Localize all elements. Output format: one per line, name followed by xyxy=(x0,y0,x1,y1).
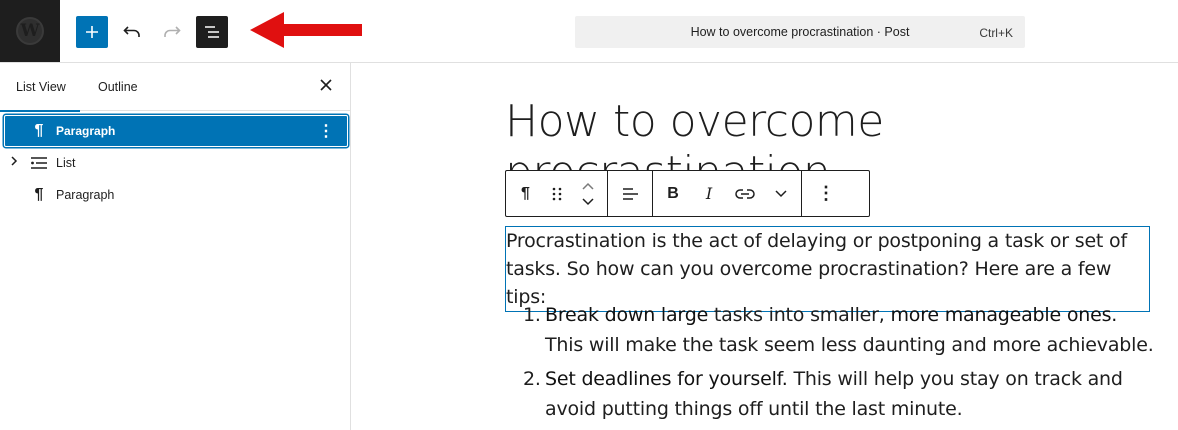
list-item-paragraph-1[interactable]: ¶ Paragraph ⋮ xyxy=(4,115,348,147)
list-item-paragraph-2[interactable]: ¶ Paragraph xyxy=(4,179,348,211)
redo-icon xyxy=(164,26,181,37)
move-up-down-icon[interactable] xyxy=(572,176,603,212)
document-title: How to overcome procrastination · Post xyxy=(690,25,910,39)
tab-outline[interactable]: Outline xyxy=(98,63,138,111)
list-block[interactable]: 1. Break down large tasks into smaller, … xyxy=(515,300,1155,428)
post-title[interactable]: How to overcome xyxy=(505,96,884,147)
command-palette-bar[interactable]: How to overcome procrastination · Post C… xyxy=(575,16,1025,48)
list-item[interactable]: 1. Break down large tasks into smaller, … xyxy=(515,300,1155,360)
align-left-icon[interactable] xyxy=(612,176,648,212)
alignment-group xyxy=(608,171,653,216)
italic-icon[interactable]: I xyxy=(691,176,727,212)
chevron-right-icon[interactable] xyxy=(10,156,18,169)
undo-icon xyxy=(123,26,140,37)
wordpress-logo-icon[interactable]: W xyxy=(0,0,60,62)
list-item-label: List xyxy=(56,156,76,170)
chevron-down-icon[interactable] xyxy=(763,176,799,212)
red-arrow-annotation xyxy=(250,12,362,48)
plus-icon xyxy=(86,26,98,38)
tab-list-view[interactable]: List View xyxy=(0,63,80,112)
list-item[interactable]: 2. Set deadlines for yourself. This will… xyxy=(515,364,1155,424)
list-item-label: Paragraph xyxy=(56,188,115,202)
paragraph-icon: ¶ xyxy=(34,186,44,203)
options-group: ⋮ xyxy=(802,171,850,216)
editor-canvas: How to overcome procrastination ¶ B I xyxy=(352,63,1178,430)
link-icon[interactable] xyxy=(727,176,763,212)
paragraph-icon: ¶ xyxy=(34,122,44,139)
block-tools-group: ¶ xyxy=(506,171,608,216)
format-group: B I xyxy=(653,171,802,216)
shortcut-hint: Ctrl+K xyxy=(979,26,1013,40)
redo-button[interactable] xyxy=(156,16,188,48)
list-view-button[interactable] xyxy=(196,16,228,48)
more-options-icon[interactable]: ⋮ xyxy=(318,121,334,141)
paragraph-icon[interactable]: ¶ xyxy=(510,176,541,212)
close-button[interactable] xyxy=(316,77,336,97)
list-view-sidebar: List View Outline ¶ Paragraph ⋮ List ¶ P… xyxy=(0,63,351,430)
close-icon xyxy=(320,79,332,91)
top-toolbar: W How to overcome procrastination · Post… xyxy=(0,0,1178,63)
list-view-icon xyxy=(205,26,219,38)
sidebar-tabs: List View Outline xyxy=(0,63,350,112)
list-icon xyxy=(30,154,48,172)
bold-icon[interactable]: B xyxy=(655,176,691,212)
more-options-icon[interactable]: ⋮ xyxy=(808,176,844,212)
add-block-button[interactable] xyxy=(76,16,108,48)
list-item-label: Paragraph xyxy=(56,124,116,138)
undo-button[interactable] xyxy=(116,16,148,48)
drag-handle-icon[interactable] xyxy=(541,176,572,212)
list-item-list[interactable]: List xyxy=(4,147,348,179)
block-toolbar: ¶ B I ⋮ xyxy=(505,170,870,217)
